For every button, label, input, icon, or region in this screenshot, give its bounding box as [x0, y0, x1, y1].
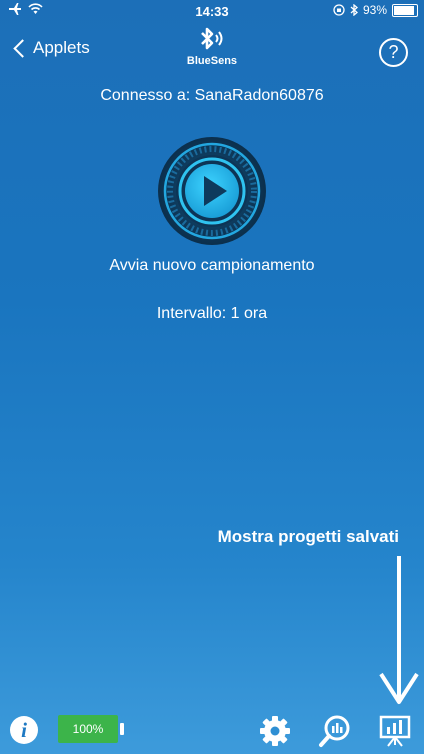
bluetooth-status-icon — [350, 4, 358, 16]
settings-button[interactable] — [258, 714, 292, 748]
connection-status: Connesso a: SanaRadon60876 — [100, 87, 324, 104]
help-button[interactable]: ? — [379, 38, 408, 67]
start-sampling-button[interactable] — [157, 136, 267, 246]
bottom-toolbar: i 100% — [0, 706, 424, 754]
orientation-lock-icon — [333, 4, 345, 16]
interval-label: Intervallo: 1 ora — [156, 305, 268, 322]
brand-name: BlueSens — [186, 55, 238, 67]
battery-fill — [394, 5, 415, 15]
settings-icon — [260, 716, 290, 746]
search-chart-icon — [319, 715, 350, 747]
saved-projects-icon — [379, 715, 411, 747]
status-bar: 14:33 93% — [0, 0, 424, 22]
saved-projects-button[interactable] — [378, 714, 412, 748]
brand-logo: BlueSens — [0, 26, 424, 67]
battery-icon — [392, 3, 418, 17]
device-battery-indicator: 100% — [58, 715, 118, 743]
analysis-button[interactable] — [318, 714, 352, 748]
status-right: 93% — [333, 3, 418, 17]
battery-percent: 93% — [362, 3, 387, 17]
start-sampling-label[interactable]: Avvia nuovo campionamento — [0, 257, 424, 275]
play-icon — [158, 137, 266, 245]
down-arrow-icon — [379, 556, 419, 704]
info-button[interactable]: i — [10, 716, 38, 744]
annotation-text: Mostra progetti salvati — [217, 527, 399, 546]
bluetooth-logo-icon — [201, 27, 223, 50]
device-battery-nub — [120, 723, 124, 735]
